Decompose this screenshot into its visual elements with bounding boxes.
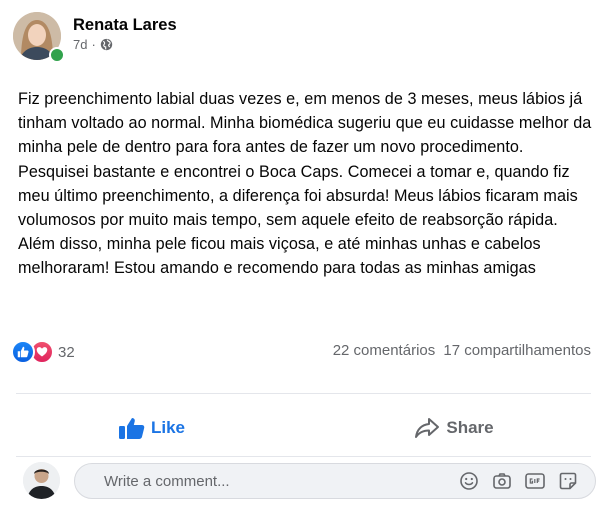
- share-button[interactable]: Share: [314, 400, 594, 456]
- post-meta: 7d ·: [73, 37, 113, 52]
- online-status-dot: [49, 47, 65, 63]
- emoji-icon[interactable]: [458, 470, 480, 492]
- commenter-avatar[interactable]: [23, 462, 60, 499]
- reactions-count[interactable]: 32: [58, 344, 75, 361]
- divider: [16, 456, 591, 457]
- post-stats: 22 comentários 17 compartilhamentos: [333, 342, 591, 359]
- globe-icon[interactable]: [100, 38, 113, 51]
- share-label: Share: [446, 418, 494, 437]
- divider: [16, 393, 591, 394]
- like-reaction-icon: [11, 340, 35, 364]
- share-arrow-icon: [414, 417, 440, 439]
- author-name[interactable]: Renata Lares: [73, 16, 177, 35]
- gif-icon[interactable]: [524, 470, 546, 492]
- post-time[interactable]: 7d: [73, 37, 87, 52]
- sticker-icon[interactable]: [557, 470, 579, 492]
- facebook-post: Renata Lares 7d · Fiz preenchimento labi…: [0, 0, 607, 510]
- composer-icons: [458, 470, 595, 492]
- comment-box: [74, 463, 596, 499]
- shares-count[interactable]: 17 compartilhamentos: [443, 342, 591, 359]
- comments-count[interactable]: 22 comentários: [333, 342, 436, 359]
- meta-separator: ·: [91, 37, 96, 52]
- thumbs-up-icon: [118, 417, 145, 439]
- reactions-summary[interactable]: 32: [11, 340, 75, 364]
- post-text: Fiz preenchimento labial duas vezes e, e…: [18, 90, 592, 278]
- camera-icon[interactable]: [491, 470, 513, 492]
- like-button[interactable]: Like: [12, 400, 292, 456]
- comment-input[interactable]: [75, 465, 458, 497]
- like-label: Like: [150, 418, 186, 437]
